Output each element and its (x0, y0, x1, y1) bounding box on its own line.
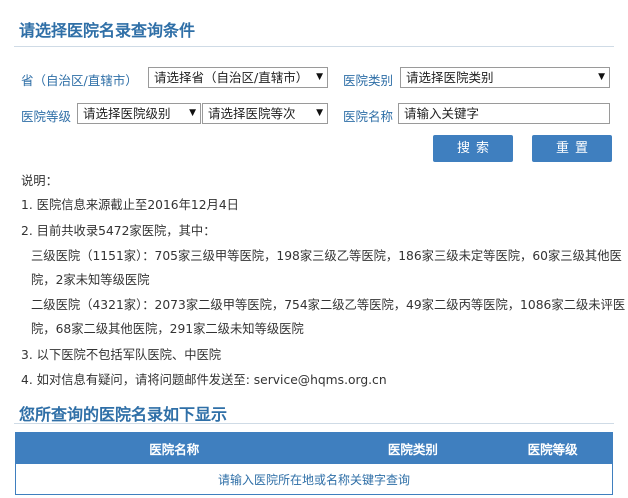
note-item: 4. 如对信息有疑问，请将问题邮件发送至: service@hqms.org.c… (21, 373, 387, 387)
results-table: 医院名称 医院类别 医院等级 请输入医院所在地或名称关键字查询 (14, 432, 613, 495)
reset-button[interactable]: 重置 (532, 135, 612, 162)
divider (14, 46, 614, 47)
note-subitem: 院，2家未知等级医院 (31, 273, 150, 287)
note-item: 1. 医院信息来源截止至2016年12月4日 (21, 198, 239, 212)
notes-heading: 说明： (21, 174, 58, 188)
province-select-value: 请选择省（自治区/直辖市） (154, 70, 309, 85)
note-item: 3. 以下医院不包括军队医院、中医院 (21, 348, 222, 362)
level-select-value: 请选择医院级别 (83, 106, 171, 121)
note-item: 2. 目前共收录5472家医院，其中： (21, 224, 216, 238)
hospital-name-input[interactable]: 请输入关键字 (398, 103, 610, 124)
search-button[interactable]: 搜索 (433, 135, 513, 162)
divider (14, 423, 614, 424)
empty-table-message: 请输入医院所在地或名称关键字查询 (15, 463, 613, 495)
province-select[interactable]: 请选择省（自治区/直辖市） ▼ (148, 67, 328, 88)
grade-select[interactable]: 请选择医院等次 ▼ (202, 103, 328, 124)
category-select[interactable]: 请选择医院类别 ▼ (400, 67, 610, 88)
column-header-name[interactable]: 医院名称 (14, 432, 334, 464)
chevron-down-icon: ▼ (189, 108, 196, 118)
chevron-down-icon: ▼ (316, 108, 323, 118)
filter-section-title: 请选择医院名录查询条件 (19, 21, 196, 40)
note-subitem: 三级医院（1151家）：705家三级甲等医院，198家三级乙等医院，186家三级… (31, 249, 622, 263)
note-subitem: 二级医院（4321家）：2073家二级甲等医院，754家二级乙等医院，49家二级… (31, 298, 626, 312)
note-subitem: 院，68家二级其他医院，291家二级未知等级医院 (31, 322, 304, 336)
category-label: 医院类别 (343, 73, 394, 88)
column-header-level[interactable]: 医院等级 (492, 432, 613, 464)
level-label: 医院等级 (21, 109, 72, 124)
chevron-down-icon: ▼ (316, 72, 323, 82)
grade-select-value: 请选择医院等次 (208, 106, 296, 121)
chevron-down-icon: ▼ (598, 72, 605, 82)
name-label: 医院名称 (343, 109, 394, 124)
column-header-category[interactable]: 医院类别 (332, 432, 494, 464)
category-select-value: 请选择医院类别 (406, 70, 494, 85)
province-label: 省（自治区/直辖市） (21, 73, 138, 88)
level-select[interactable]: 请选择医院级别 ▼ (77, 103, 201, 124)
results-section-title: 您所查询的医院名录如下显示 (19, 405, 228, 424)
